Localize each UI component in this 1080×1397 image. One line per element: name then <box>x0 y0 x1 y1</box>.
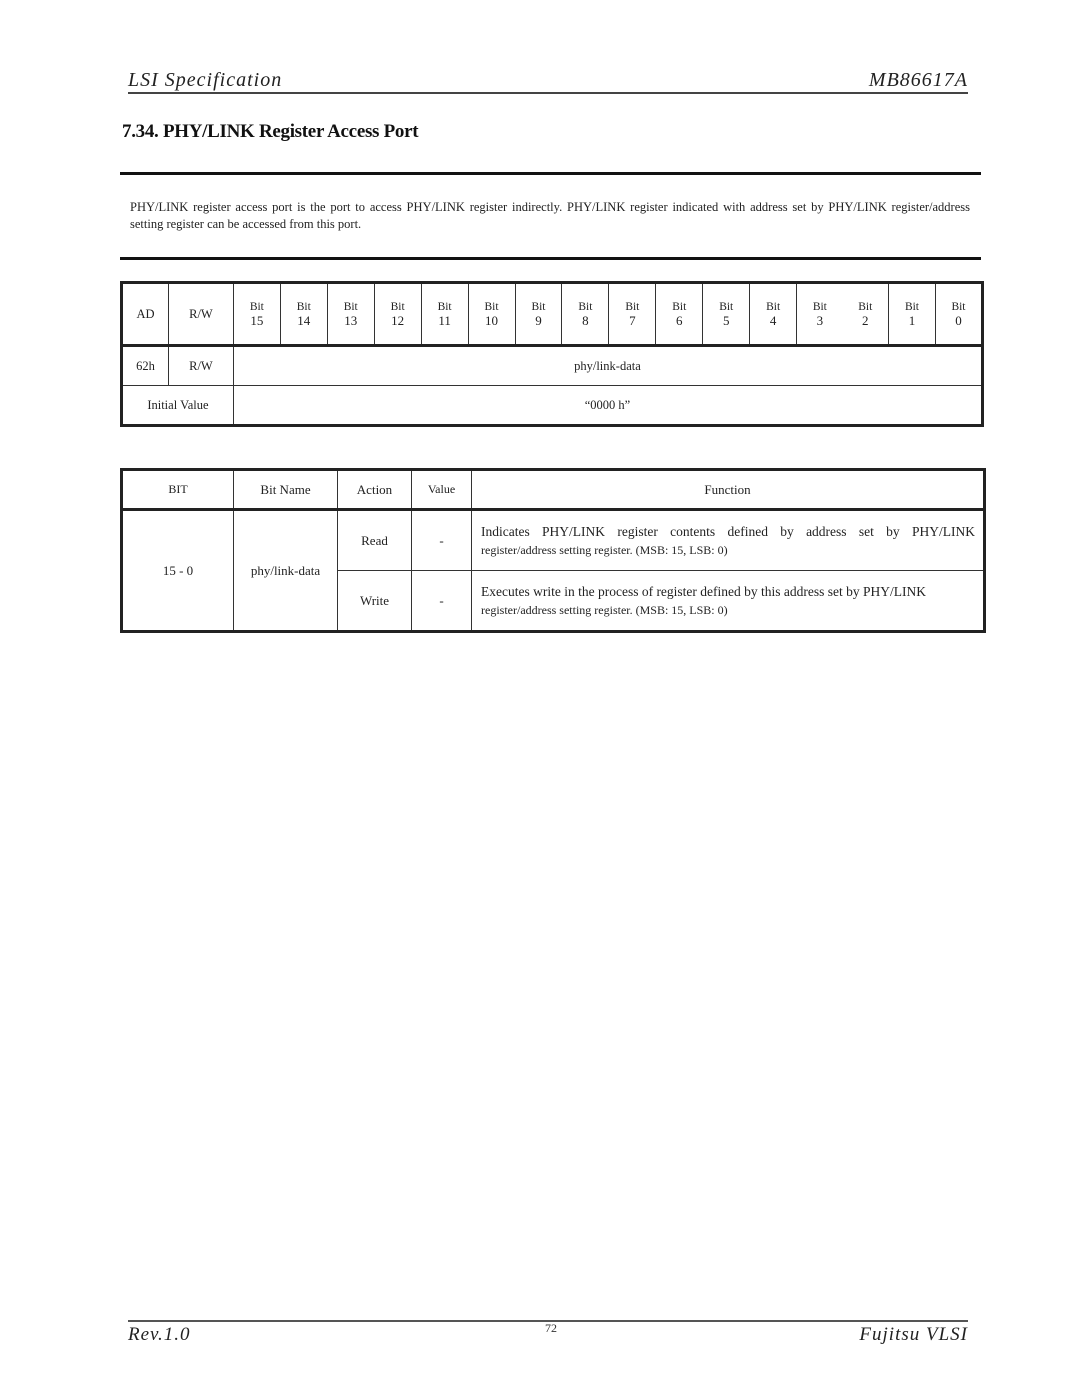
footer-company: Fujitsu VLSI <box>859 1324 968 1345</box>
register-access: R/W <box>167 345 234 386</box>
value-column-header: Value <box>411 469 472 511</box>
section-title: 7.34. PHY/LINK Register Access Port <box>122 121 419 142</box>
bit-header: Bit 13 <box>326 282 375 347</box>
bit-header: Bit 14 <box>279 282 328 347</box>
page-footer: Rev.1.0 72 Fujitsu VLSI <box>128 1320 968 1346</box>
action-write: Write <box>337 570 412 632</box>
function-read: Indicates PHY/LINK register contents def… <box>471 509 985 571</box>
bit-header: Bit 9 <box>514 282 563 347</box>
register-row: 62h R/W phy/link-data <box>121 345 984 386</box>
bit-column-header: BIT <box>121 469 234 511</box>
intro-paragraph: PHY/LINK register access port is the por… <box>130 200 970 231</box>
bit-description-table: BIT Bit Name Action Value Function 15 - … <box>120 468 986 633</box>
value-write: - <box>411 570 472 632</box>
bit-header: Bit 6 <box>655 282 704 347</box>
rw-header: R/W <box>167 282 234 347</box>
bit-header: Bit 0 <box>934 282 984 347</box>
function-read-line2: register/address setting register. (MSB:… <box>481 542 728 557</box>
bit-header: Bit 4 <box>749 282 798 347</box>
bit-table-header-row: BIT Bit Name Action Value Function <box>121 469 985 511</box>
bit-header: Bit 8 <box>561 282 610 347</box>
bit-header: Bit 10 <box>467 282 516 347</box>
action-column-header: Action <box>337 469 412 511</box>
register-map-table: AD R/W Bit 15 Bit 14 Bit 13 Bit 12 Bit 11 Bit… <box>120 281 984 427</box>
bit-range: 15 - 0 <box>121 509 234 632</box>
function-read-line1: Indicates PHY/LINK register contents def… <box>481 523 975 539</box>
bit-header: Bit 11 <box>420 282 469 347</box>
footer-revision: Rev.1.0 <box>128 1324 191 1345</box>
initial-value: “0000 h” <box>232 385 984 426</box>
register-address: 62h <box>121 345 169 386</box>
bit-header: Bit 7 <box>608 282 657 347</box>
bit-header: Bit 5 <box>702 282 751 347</box>
page-header: LSI Specification MB86617A <box>128 69 968 94</box>
bit-header: Bit 15 <box>232 282 281 347</box>
initial-value-row: Initial Value “0000 h” <box>121 385 984 426</box>
bit-header: Bit 12 <box>373 282 422 347</box>
section-divider-bottom <box>120 257 981 260</box>
bit-name: phy/link-data <box>233 509 338 632</box>
value-read: - <box>411 509 472 571</box>
header-part-number: MB86617A <box>868 69 968 91</box>
page-number: 72 <box>545 1321 557 1335</box>
ad-header: AD <box>121 282 169 347</box>
header-doc-type: LSI Specification <box>128 69 283 91</box>
function-column-header: Function <box>471 469 985 511</box>
bit-name-column-header: Bit Name <box>233 469 338 511</box>
register-field-name: phy/link-data <box>232 345 984 386</box>
action-read: Read <box>337 509 412 571</box>
register-header-row: AD R/W Bit 15 Bit 14 Bit 13 Bit 12 Bit 11 Bit… <box>121 282 984 347</box>
bit-header: Bit 2 <box>842 282 889 347</box>
section-divider-top <box>120 172 981 175</box>
function-write-line2: register/address setting register. (MSB:… <box>481 602 728 617</box>
table-row: 15 - 0 phy/link-data Read - Indicates PH… <box>121 509 985 632</box>
bit-header: Bit 3 <box>796 282 843 347</box>
initial-value-label: Initial Value <box>121 385 234 426</box>
function-write: Executes write in the process of registe… <box>471 570 985 632</box>
bit-header: Bit 1 <box>888 282 936 347</box>
function-write-line1: Executes write in the process of registe… <box>481 583 927 599</box>
